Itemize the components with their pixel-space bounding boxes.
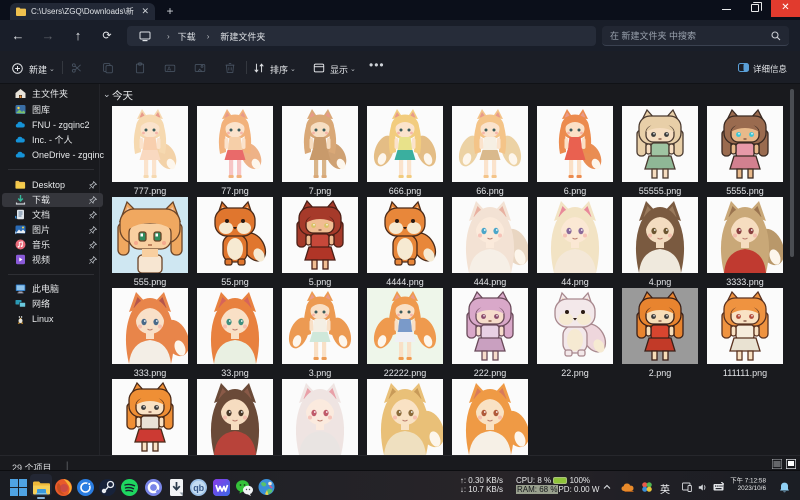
svg-text:qb: qb (193, 483, 204, 493)
svg-text:A: A (167, 66, 171, 72)
